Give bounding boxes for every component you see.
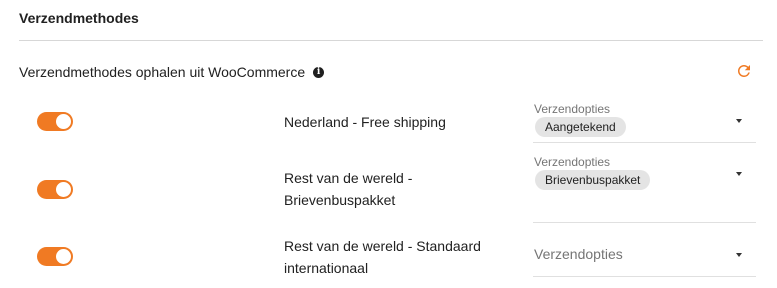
chevron-down-icon [736,253,742,257]
title-divider [19,40,763,41]
refresh-icon[interactable] [735,62,753,80]
fetch-methods-row: Verzendmethodes ophalen uit WooCommerce … [19,63,325,81]
select-label: Verzendopties [534,155,611,169]
fetch-methods-label: Verzendmethodes ophalen uit WooCommerce [19,64,306,80]
selected-option-chip[interactable]: Brievenbuspakket [535,170,651,190]
info-icon[interactable]: i [313,66,325,78]
chevron-down-icon [736,119,742,123]
enable-toggle[interactable] [37,247,73,266]
enable-toggle[interactable] [37,180,73,199]
toggle-knob [56,182,71,197]
shipping-method-row: Rest van de wereld - Brievenbuspakket Ve… [0,147,777,223]
shipping-options-select[interactable]: Verzendopties Aangetekend [533,100,756,143]
toggle-knob [56,249,71,264]
enable-toggle[interactable] [37,112,73,131]
section-title: Verzendmethodes [19,10,139,26]
select-placeholder: Verzendopties [534,246,623,262]
method-name: Rest van de wereld - Brievenbuspakket [284,170,413,208]
shipping-options-select[interactable]: Verzendopties [533,228,756,277]
method-name: Rest van de wereld - Standaard internati… [284,238,481,276]
selected-option-chip[interactable]: Aangetekend [535,117,626,137]
shipping-method-row: Rest van de wereld - Standaard internati… [0,226,777,286]
shipping-options-select[interactable]: Verzendopties Brievenbuspakket [533,153,756,223]
shipping-method-row: Nederland - Free shipping Verzendopties … [0,96,777,146]
toggle-knob [56,114,71,129]
method-name: Nederland - Free shipping [284,114,446,130]
select-label: Verzendopties [534,102,611,116]
chevron-down-icon [736,172,742,176]
